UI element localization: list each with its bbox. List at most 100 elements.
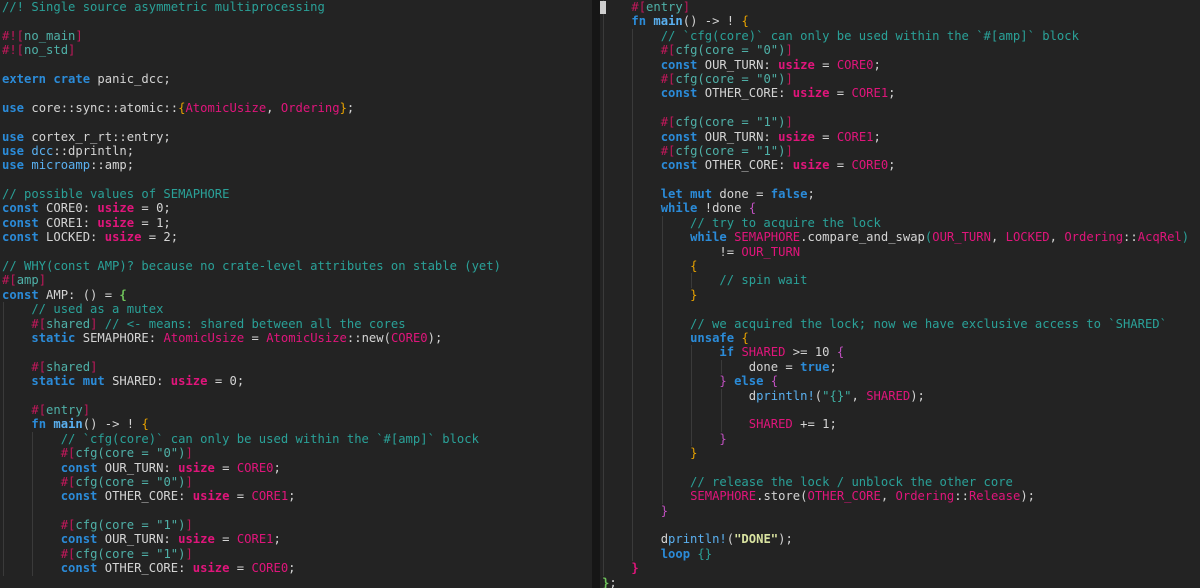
code-line[interactable]: dprintln!("DONE"); [600, 532, 1200, 547]
indent-guide [603, 215, 604, 231]
code-line[interactable]: #[cfg(core = "0")] [0, 446, 592, 461]
code-line[interactable]: const OTHER_CORE: usize = CORE1; [600, 86, 1200, 101]
code-line[interactable]: { [600, 259, 1200, 274]
code-line[interactable]: #[cfg(core = "1")] [600, 115, 1200, 130]
code-editor[interactable]: //! Single source asymmetric multiproces… [0, 0, 1200, 588]
code-line[interactable]: const LOCKED: usize = 2; [0, 230, 592, 244]
code-line[interactable]: use microamp::amp; [0, 158, 592, 172]
code-line[interactable] [0, 503, 592, 519]
code-line[interactable] [600, 402, 1200, 418]
code-line[interactable]: static SEMAPHORE: AtomicUsize = AtomicUs… [0, 330, 592, 346]
code-line[interactable]: // spin wait [600, 273, 1200, 288]
code-line[interactable]: dprintln!("{}", SHARED); [600, 388, 1200, 403]
code-line[interactable]: } [600, 561, 1200, 576]
code-line[interactable]: const CORE0: usize = 0; [0, 201, 592, 215]
code-line[interactable]: use dcc::dprintln; [0, 144, 592, 158]
code-line[interactable]: #[cfg(core = "1")] [0, 518, 592, 533]
code-view-left[interactable]: //! Single source asymmetric multiproces… [0, 0, 592, 576]
code-line[interactable]: #[entry] [600, 0, 1200, 15]
code-line[interactable] [0, 58, 592, 72]
code-line[interactable]: #[amp] [0, 273, 592, 287]
code-line[interactable] [600, 100, 1200, 116]
code-line[interactable]: unsafe { [600, 330, 1200, 346]
code-token-strb: "DONE" [734, 532, 779, 547]
code-line[interactable]: // `cfg(core)` can only be used within t… [600, 28, 1200, 44]
code-line[interactable]: while SEMAPHORE.compare_and_swap(OUR_TUR… [600, 230, 1200, 245]
indent-guide [603, 287, 604, 303]
code-line[interactable]: const OTHER_CORE: usize = CORE1; [0, 489, 592, 504]
code-line[interactable]: // possible values of SEMAPHORE [0, 187, 592, 201]
code-line[interactable] [600, 172, 1200, 188]
code-view-right[interactable]: #[entry] fn main() -> ! { // `cfg(core)`… [600, 0, 1200, 588]
code-line[interactable]: #[cfg(core = "0")] [600, 71, 1200, 87]
code-line[interactable] [0, 245, 592, 259]
code-line[interactable]: const OTHER_CORE: usize = CORE0; [0, 561, 592, 576]
code-line[interactable] [600, 460, 1200, 475]
code-line[interactable]: const OUR_TURN: usize = CORE0; [0, 460, 592, 475]
code-line[interactable] [600, 302, 1200, 317]
code-line[interactable]: // `cfg(core)` can only be used within t… [0, 431, 592, 447]
indent-guide [691, 431, 693, 447]
code-line[interactable] [600, 518, 1200, 533]
code-line[interactable]: } [600, 446, 1200, 461]
code-line[interactable]: static mut SHARED: usize = 0; [0, 374, 592, 389]
code-line[interactable]: } [600, 503, 1200, 519]
code-line[interactable]: != OUR_TURN [600, 244, 1200, 260]
code-line[interactable]: if SHARED >= 10 { [600, 345, 1200, 360]
code-line[interactable]: #[shared] // <- means: shared between al… [0, 316, 592, 331]
code-line[interactable]: const AMP: () = { [0, 288, 592, 302]
code-line[interactable]: const CORE1: usize = 1; [0, 216, 592, 230]
code-line[interactable]: #![no_main] [0, 29, 592, 43]
code-line[interactable] [0, 115, 592, 129]
code-line[interactable] [0, 388, 592, 403]
code-line[interactable]: } [600, 287, 1200, 303]
pane-divider[interactable] [592, 0, 600, 588]
code-line[interactable]: // release the lock / unblock the other … [600, 474, 1200, 490]
code-line[interactable]: const OTHER_CORE: usize = CORE0; [600, 158, 1200, 173]
code-line[interactable] [0, 14, 592, 28]
code-line[interactable]: #[entry] [0, 402, 592, 418]
code-line[interactable]: }; [600, 576, 1200, 588]
code-line[interactable]: // WHY(const AMP)? because no crate-leve… [0, 259, 592, 273]
code-line[interactable]: // we acquired the lock; now we have exc… [600, 316, 1200, 331]
code-line[interactable]: #[shared] [0, 359, 592, 375]
code-line[interactable]: } else { [600, 374, 1200, 389]
code-line[interactable] [0, 86, 592, 100]
code-line[interactable]: const OUR_TURN: usize = CORE1; [0, 532, 592, 547]
code-line[interactable]: #[cfg(core = "0")] [0, 474, 592, 490]
code-line[interactable] [0, 173, 592, 187]
code-line[interactable]: extern crate panic_dcc; [0, 72, 592, 86]
code-line[interactable]: let mut done = false; [600, 187, 1200, 202]
editor-pane-left[interactable]: //! Single source asymmetric multiproces… [0, 0, 592, 588]
code-line[interactable]: const OUR_TURN: usize = CORE0; [600, 57, 1200, 72]
code-line[interactable]: #![no_std] [0, 43, 592, 57]
code-line[interactable]: SHARED += 1; [600, 417, 1200, 432]
indent-guide [661, 215, 663, 231]
code-token-keyword: const [2, 201, 39, 216]
code-token-plain: OTHER_CORE: [697, 158, 793, 173]
code-line[interactable]: while !done { [600, 201, 1200, 216]
code-token-keyword: if [719, 345, 735, 360]
code-line[interactable]: fn main() -> ! { [0, 417, 592, 432]
code-line[interactable]: SEMAPHORE.store(OTHER_CORE, Ordering::Re… [600, 489, 1200, 504]
code-line[interactable]: #[cfg(core = "1")] [600, 143, 1200, 159]
indent-guide [3, 503, 4, 519]
code-line[interactable]: const OUR_TURN: usize = CORE1; [600, 129, 1200, 144]
code-line[interactable]: loop {} [600, 546, 1200, 562]
code-line[interactable]: } [600, 431, 1200, 447]
code-line[interactable]: use core::sync::atomic::{AtomicUsize, Or… [0, 101, 592, 115]
code-line[interactable] [0, 345, 592, 360]
code-line[interactable]: //! Single source asymmetric multiproces… [0, 0, 592, 14]
code-line[interactable]: // try to acquire the lock [600, 215, 1200, 231]
editor-pane-right[interactable]: #[entry] fn main() -> ! { // `cfg(core)`… [600, 0, 1200, 588]
code-line[interactable]: use cortex_r_rt::entry; [0, 130, 592, 144]
code-line[interactable]: #[cfg(core = "1")] [0, 546, 592, 562]
code-line[interactable]: // used as a mutex [0, 302, 592, 317]
code-line[interactable]: done = true; [600, 359, 1200, 375]
code-line[interactable]: #[cfg(core = "0")] [600, 43, 1200, 58]
code-line[interactable]: fn main() -> ! { [600, 14, 1200, 29]
